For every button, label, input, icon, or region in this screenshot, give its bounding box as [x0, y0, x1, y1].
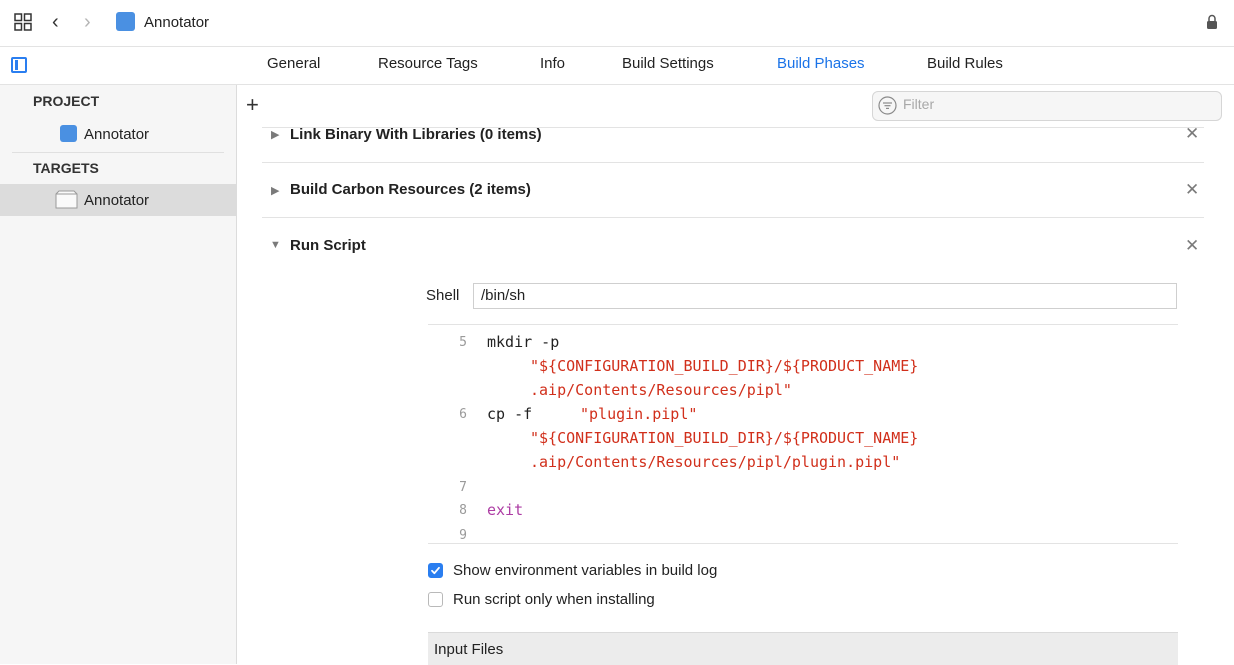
phase-title-link-binary[interactable]: Link Binary With Libraries (0 items): [290, 126, 542, 143]
phase-title-run-script[interactable]: Run Script: [290, 237, 366, 254]
tab-build-phases[interactable]: Build Phases: [777, 55, 865, 72]
disclosure-triangle-collapsed-icon[interactable]: ▶: [271, 128, 279, 141]
show-env-checkbox[interactable]: [428, 563, 443, 578]
code-string[interactable]: .aip/Contents/Resources/pipl/plugin.pipl…: [530, 453, 900, 471]
sidebar-item-project[interactable]: Annotator: [84, 126, 149, 143]
forward-chevron-icon[interactable]: ›: [84, 11, 91, 34]
phase-divider: [262, 217, 1204, 218]
code-keyword[interactable]: exit: [487, 501, 523, 519]
target-bundle-icon: [55, 190, 78, 209]
code-token[interactable]: mkdir -p: [487, 333, 559, 351]
code-string[interactable]: "${CONFIGURATION_BUILD_DIR}/${PRODUCT_NA…: [530, 429, 918, 447]
lock-icon: [1207, 14, 1217, 29]
run-only-installing-checkbox[interactable]: [428, 592, 443, 607]
delete-phase-close-icon[interactable]: ✕: [1185, 124, 1199, 144]
disclosure-triangle-collapsed-icon[interactable]: ▶: [271, 184, 279, 197]
editor-tab-bar: [0, 47, 1234, 85]
filter-icon: [878, 96, 897, 115]
tab-build-rules[interactable]: Build Rules: [927, 55, 1003, 72]
tab-info[interactable]: Info: [540, 55, 565, 72]
shell-input[interactable]: [473, 283, 1177, 309]
disclosure-triangle-expanded-icon[interactable]: ▼: [270, 239, 281, 251]
related-items-grid-icon[interactable]: [14, 13, 32, 31]
line-number: 9: [459, 528, 467, 543]
line-number: 8: [459, 503, 467, 518]
code-token[interactable]: cp -f: [487, 405, 532, 423]
input-files-header: [428, 632, 1178, 665]
add-phase-plus-icon[interactable]: +: [246, 94, 259, 116]
delete-phase-close-icon[interactable]: ✕: [1185, 236, 1199, 256]
shell-input-value: /bin/sh: [481, 287, 526, 304]
checkmark-icon: [431, 566, 440, 575]
project-file-icon: [116, 12, 135, 31]
shell-label: Shell: [426, 287, 460, 304]
run-only-installing-label[interactable]: Run script only when installing: [453, 591, 655, 608]
code-string[interactable]: "plugin.pipl": [580, 405, 697, 423]
line-number: 5: [459, 335, 467, 350]
back-chevron-icon[interactable]: ‹: [52, 11, 59, 34]
code-string[interactable]: "${CONFIGURATION_BUILD_DIR}/${PRODUCT_NA…: [530, 357, 918, 375]
project-file-icon: [60, 125, 77, 142]
delete-phase-close-icon[interactable]: ✕: [1185, 180, 1199, 200]
phase-title-build-carbon-resources[interactable]: Build Carbon Resources (2 items): [290, 181, 531, 198]
tab-general[interactable]: General: [267, 55, 320, 72]
project-section-header: PROJECT: [33, 93, 100, 109]
script-editor-top-border: [428, 324, 1178, 325]
project-title[interactable]: Annotator: [144, 14, 209, 31]
tab-resource-tags[interactable]: Resource Tags: [378, 55, 478, 72]
script-editor-bottom-border: [428, 543, 1178, 544]
sidebar-divider: [12, 152, 224, 153]
targets-section-header: TARGETS: [33, 160, 99, 176]
sidebar-toggle-icon[interactable]: [11, 57, 27, 73]
line-number: 6: [459, 407, 467, 422]
input-files-label: Input Files: [434, 641, 504, 658]
show-env-label[interactable]: Show environment variables in build log: [453, 562, 717, 579]
tab-build-settings[interactable]: Build Settings: [622, 55, 714, 72]
filter-placeholder: Filter: [903, 96, 935, 112]
sidebar-item-target[interactable]: Annotator: [84, 192, 149, 209]
code-string[interactable]: .aip/Contents/Resources/pipl": [530, 381, 792, 399]
phase-divider: [262, 162, 1204, 163]
line-number: 7: [459, 480, 467, 495]
